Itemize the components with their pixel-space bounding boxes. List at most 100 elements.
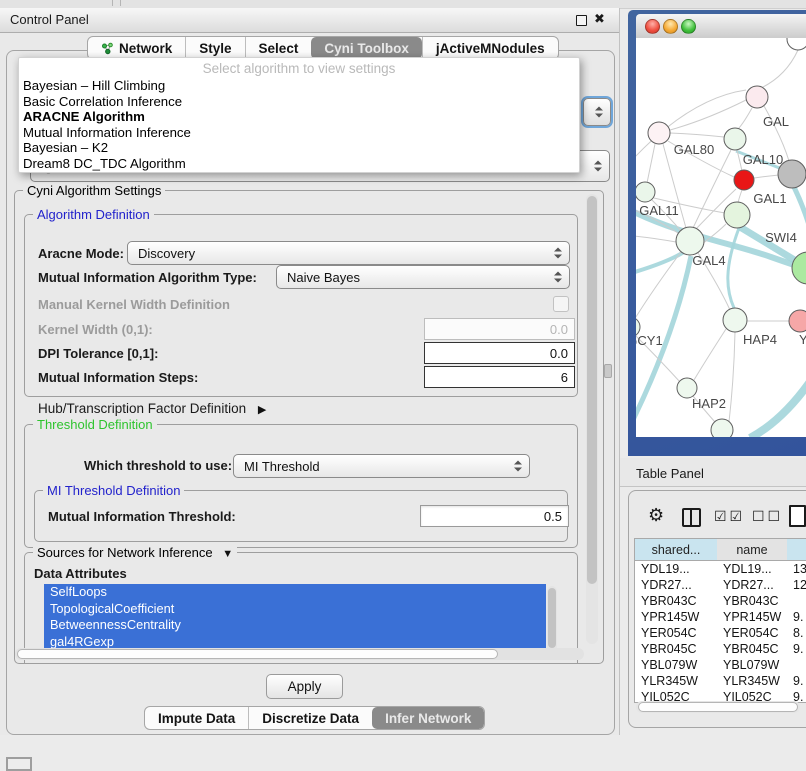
algorithm-option-aracne-algorithm[interactable]: ARACNE Algorithm [19,109,579,125]
network-edge[interactable] [750,376,806,437]
expand-arrow-icon[interactable]: ▶ [258,404,266,416]
network-canvas[interactable]: GALGAL80GAL10GAL1GAL11SWI4GAL4GCY1HAP4YH… [636,38,806,437]
table-row[interactable]: YBR043CYBR043C [635,593,806,609]
attributes-scrollbar-thumb[interactable] [548,588,556,648]
combo-spinner-icon [514,461,522,472]
close-window-icon[interactable] [645,19,660,34]
network-edge[interactable] [729,332,735,422]
algorithm-dropdown-popup: Select algorithm to view settings Bayesi… [18,57,580,173]
table-cell: YDL19... [641,561,717,577]
table-row[interactable]: YER054CYER054C8. [635,625,806,641]
close-panel-icon[interactable]: ✖ [594,11,605,27]
network-node[interactable] [789,310,806,332]
settings-scrollbar-thumb[interactable] [587,196,597,584]
table-row[interactable]: YBR045CYBR045C9. [635,641,806,657]
network-node[interactable] [676,227,704,255]
algorithm-combobox-button[interactable] [583,98,611,126]
data-attribute-topologicalcoefficient[interactable]: TopologicalCoefficient [44,601,546,618]
table-cell: YDR27... [641,577,717,593]
table-row[interactable]: YBL079WYBL079W [635,657,806,673]
mi-steps-field[interactable]: 6 [424,366,575,388]
network-node[interactable] [711,419,733,437]
tab-jactivemnodules[interactable]: jActiveMNodules [422,37,558,59]
network-node-label-gal80: GAL80 [674,142,714,157]
column-header-extra[interactable] [787,539,806,561]
network-node[interactable] [746,86,768,108]
data-attribute-selfloops[interactable]: SelfLoops [44,584,546,601]
network-node[interactable] [636,182,655,202]
network-edge[interactable] [738,108,752,129]
network-node[interactable] [724,128,746,150]
network-edge[interactable] [794,187,806,232]
algorithm-option-basic-correlation-inference[interactable]: Basic Correlation Inference [19,94,579,110]
algorithm-option-mutual-information-inference[interactable]: Mutual Information Inference [19,125,579,141]
document-icon[interactable] [789,505,806,527]
settings-hscrollbar-thumb[interactable] [17,649,498,659]
table-row[interactable]: YPR145WYPR145W9. [635,609,806,625]
network-node[interactable] [724,202,750,228]
network-node[interactable] [734,170,754,190]
tab-style[interactable]: Style [185,37,244,59]
algorithm-option-bayesian-k2[interactable]: Bayesian – K2 [19,140,579,156]
network-edge[interactable] [670,100,746,130]
table-row[interactable]: YLR345WYLR345W9. [635,673,806,689]
network-edge[interactable] [636,252,684,274]
network-edge[interactable] [636,236,676,242]
network-node[interactable] [648,122,670,144]
which-threshold-combobox[interactable]: MI Threshold [233,454,530,478]
deselect-all-checkboxes-icon[interactable]: ☐☐ [752,508,783,525]
table-panel-title: Table Panel [636,466,704,481]
mi-type-combobox[interactable]: Naive Bayes [276,265,570,289]
network-edge[interactable] [728,228,739,308]
table-hscrollbar-thumb[interactable] [638,702,798,712]
network-edge[interactable] [738,190,742,203]
network-edge[interactable] [754,175,779,178]
table-cell: YER054C [641,625,717,641]
collapse-arrow-icon[interactable]: ▼ [222,548,233,560]
hub-definition-expander[interactable]: Hub/Transcription Factor Definition ▶ [38,401,266,416]
float-window-icon[interactable] [576,15,587,26]
network-window-titlebar[interactable] [636,14,806,39]
tab-discretize-data[interactable]: Discretize Data [248,707,372,729]
tab-impute-data[interactable]: Impute Data [145,707,248,729]
aracne-mode-combobox[interactable]: Discovery [127,241,570,265]
table-cell: YLR345W [641,673,717,689]
table-row[interactable]: YDL19...YDL19...13 [635,561,806,577]
algorithm-option-dream8-dc-tdc-algorithm[interactable]: Dream8 DC_TDC Algorithm [19,156,579,172]
tab-infer-network[interactable]: Infer Network [372,707,484,729]
network-node[interactable] [723,308,747,332]
network-edge[interactable] [647,144,655,183]
attributes-scrollbar[interactable] [547,586,557,654]
mi-threshold-field[interactable]: 0.5 [420,505,569,527]
network-node[interactable] [787,38,806,50]
minimized-panel-icon[interactable] [6,757,32,771]
kernel-width-label: Kernel Width (0,1): [38,322,153,337]
algorithm-option-bayesian-hill-climbing[interactable]: Bayesian – Hill Climbing [19,78,579,94]
network-edge[interactable] [670,133,724,137]
zoom-window-icon[interactable] [681,19,696,34]
tab-network[interactable]: Network [88,37,185,59]
dpi-tolerance-field[interactable]: 0.0 [424,342,575,364]
settings-vertical-scrollbar[interactable] [586,194,598,644]
manual-kernel-checkbox[interactable] [553,296,569,312]
table-horizontal-scrollbar[interactable] [636,701,800,713]
data-attributes-list[interactable]: SelfLoopsTopologicalCoefficientBetweenne… [44,584,546,657]
tab-select[interactable]: Select [245,37,312,59]
column-header-name[interactable]: name [717,539,788,561]
columns-icon[interactable] [682,508,701,527]
tab-label: Cyni Toolbox [324,41,409,56]
settings-horizontal-scrollbar[interactable] [15,648,584,660]
gear-icon[interactable]: ⚙ [648,505,664,526]
network-edge[interactable] [761,50,798,88]
minimize-window-icon[interactable] [663,19,678,34]
column-header-shared[interactable]: shared... [635,539,718,561]
tab-cyni-toolbox[interactable]: Cyni Toolbox [311,37,422,59]
apply-button[interactable]: Apply [266,674,343,699]
network-edge[interactable] [694,329,726,380]
network-node[interactable] [677,378,697,398]
table-row[interactable]: YDR27...YDR27...12 [635,577,806,593]
data-attribute-betweennesscentrality[interactable]: BetweennessCentrality [44,617,546,634]
select-all-checkboxes-icon[interactable]: ☑☑ [714,508,745,525]
network-node-label-gal1: GAL1 [753,191,786,206]
splitter-handle[interactable] [604,364,612,378]
